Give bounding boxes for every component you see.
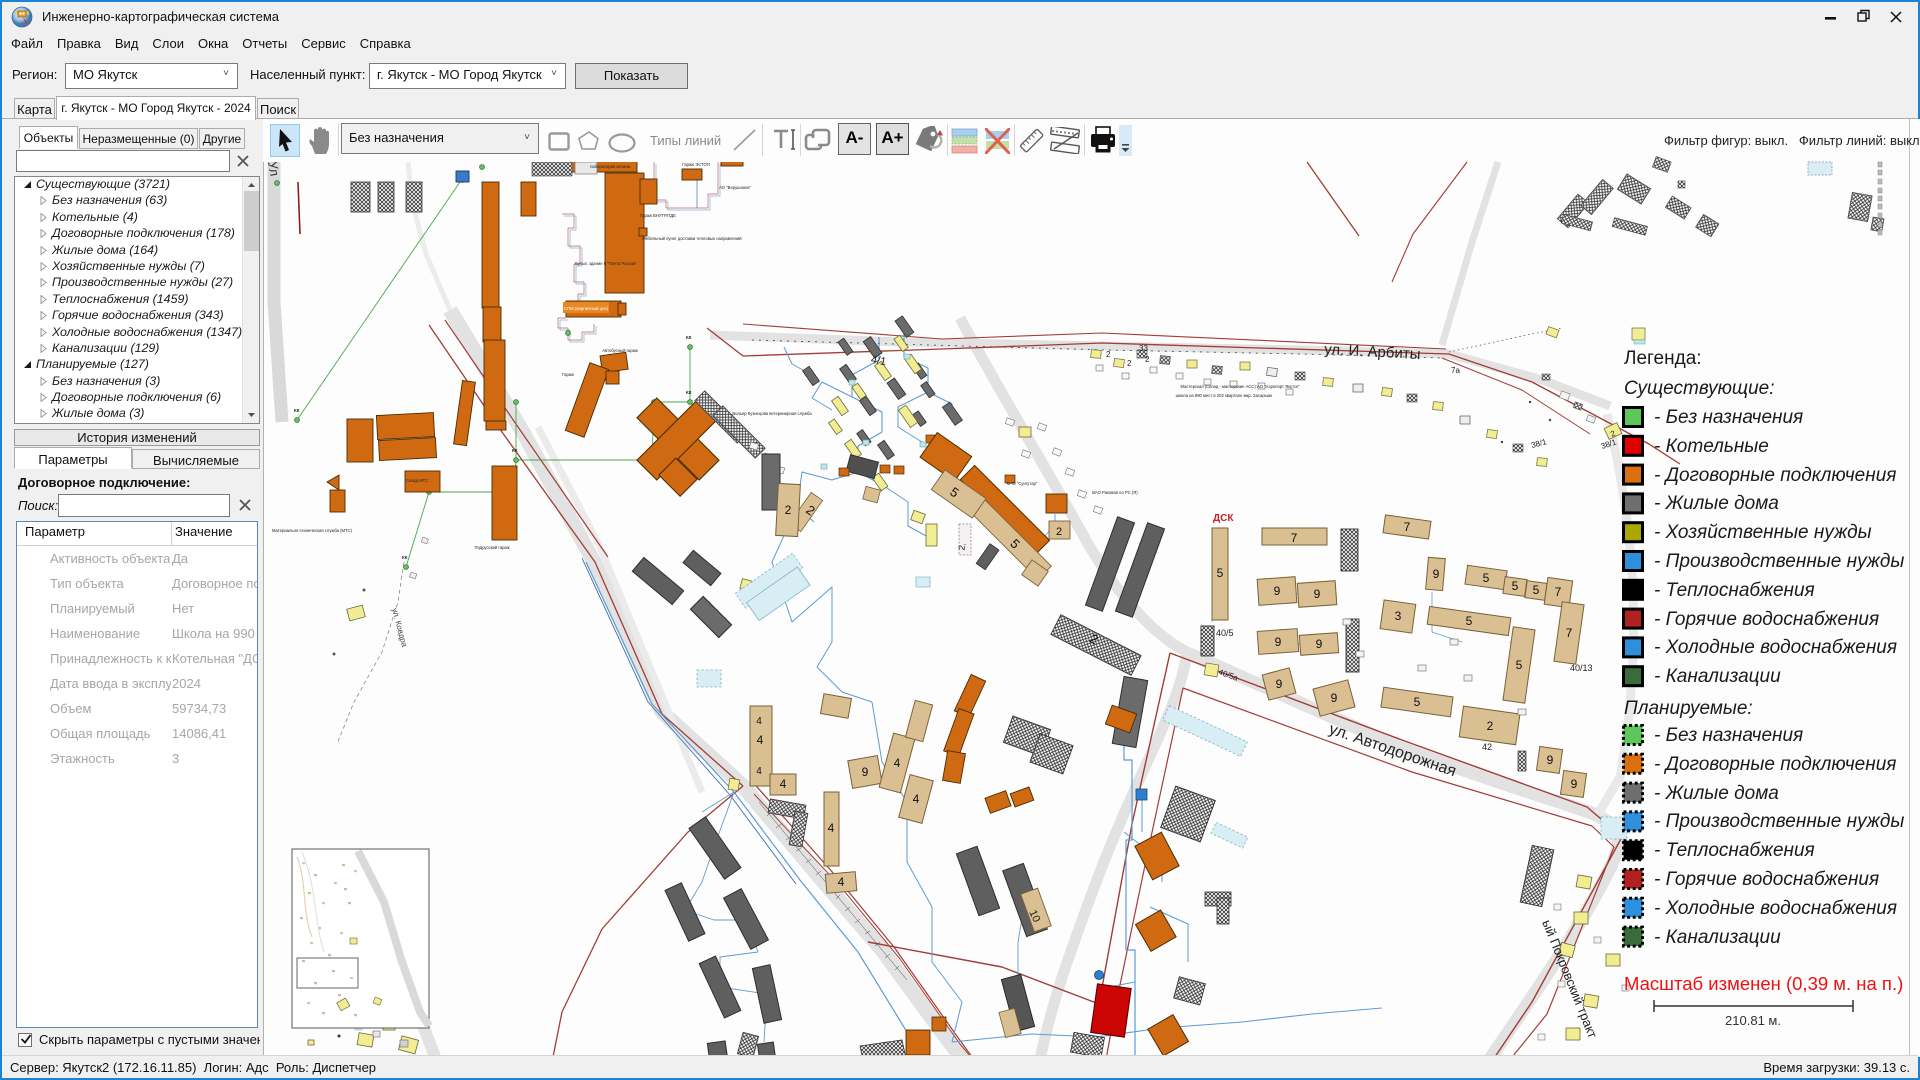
svg-text:9: 9 [1274, 584, 1281, 598]
svg-text:210.81 м.: 210.81 м. [1725, 1013, 1781, 1028]
svg-text:5: 5 [1217, 566, 1224, 580]
svg-text:9: 9 [862, 765, 869, 779]
svg-text:9: 9 [1276, 677, 1283, 691]
svg-text:- Хозяйственные нужды: - Хозяйственные нужды [1654, 522, 1872, 543]
svg-text:КК: КК [686, 390, 692, 395]
svg-text:7а: 7а [1451, 366, 1460, 375]
svg-text:лаборатория алтина: лаборатория алтина [590, 164, 631, 169]
svg-text:7: 7 [1291, 531, 1298, 545]
svg-text:школа на 990 мест в 202 кварта: школа на 990 мест в 202 квартале мкр. За… [1176, 393, 1273, 398]
svg-text:5: 5 [1414, 695, 1421, 709]
svg-text:- Холодные водоснабжения: - Холодные водоснабжения [1654, 898, 1897, 919]
svg-text:5: 5 [1516, 658, 1523, 672]
svg-text:- Жилые дома: - Жилые дома [1654, 783, 1779, 804]
svg-text:4: 4 [756, 766, 762, 777]
svg-text:КК: КК [294, 408, 300, 413]
svg-text:Склад МТС: Склад МТС [406, 478, 428, 483]
svg-text:9: 9 [1571, 777, 1578, 791]
svg-text:СПМ (кирпичный цех): СПМ (кирпичный цех) [564, 306, 609, 311]
svg-text:Легенда:: Легенда: [1624, 348, 1702, 369]
svg-text:7: 7 [1566, 626, 1573, 640]
svg-text:- Жилые дома: - Жилые дома [1654, 493, 1779, 514]
svg-text:5: 5 [1483, 571, 1490, 585]
svg-text:Бульв. здание 8 "Почта России": Бульв. здание 8 "Почта России" [575, 261, 637, 266]
svg-text:- Теплоснабжения: - Теплоснабжения [1654, 840, 1815, 861]
svg-text:Вольер Кузнецова ветеринарная: Вольер Кузнецова ветеринарная служба [732, 411, 812, 416]
svg-text:Масштаб изменен (0,39 м. на п.: Масштаб изменен (0,39 м. на п.) [1624, 973, 1903, 994]
svg-text:М-Ю "Сунгутар": М-Ю "Сунгутар" [1007, 481, 1038, 486]
svg-text:4: 4 [894, 756, 901, 770]
svg-text:КК: КК [686, 335, 692, 340]
svg-text:- Горячие водоснабжения: - Горячие водоснабжения [1654, 609, 1879, 630]
svg-text:ВАО Раковая по РС (Я): ВАО Раковая по РС (Я) [1092, 490, 1138, 495]
svg-text:9: 9 [1275, 635, 1282, 649]
svg-text:7: 7 [1404, 520, 1411, 534]
svg-text:5: 5 [1533, 583, 1540, 597]
svg-text:Мебельный пункт доставки тепло: Мебельный пункт доставки тепловых направ… [642, 236, 742, 241]
svg-text:9: 9 [1331, 691, 1338, 705]
svg-text:АО "Верушанка": АО "Верушанка" [719, 185, 751, 190]
svg-text:33: 33 [1139, 344, 1148, 353]
svg-text:ДСК: ДСК [1213, 513, 1234, 524]
svg-text:4: 4 [828, 821, 835, 835]
svg-text:2: 2 [1056, 526, 1062, 538]
svg-text:- Канализации: - Канализации [1654, 666, 1781, 687]
svg-text:Подрусский гараж: Подрусский гараж [474, 545, 509, 550]
svg-text:- Договорные подключения: - Договорные подключения [1654, 754, 1896, 775]
svg-text:9: 9 [1316, 637, 1323, 651]
svg-text:42: 42 [1482, 742, 1492, 752]
svg-text:Автобусный гараж: Автобусный гараж [602, 348, 638, 353]
svg-text:- Производственные нужды: - Производственные нужды [1654, 811, 1904, 832]
svg-text:2: 2 [1145, 355, 1150, 364]
svg-text:2: 2 [785, 503, 792, 517]
svg-text:- Теплоснабжения: - Теплоснабжения [1654, 580, 1815, 601]
svg-text:3: 3 [1395, 609, 1402, 623]
svg-text:Планируемые:: Планируемые: [1624, 698, 1753, 719]
svg-text:КК: КК [512, 448, 518, 453]
svg-text:Гараж ЭСТОП: Гараж ЭСТОП [682, 162, 710, 167]
svg-text:7: 7 [1555, 585, 1562, 599]
svg-text:4: 4 [756, 716, 762, 727]
svg-text:- Договорные подключения: - Договорные подключения [1654, 465, 1896, 486]
svg-text:2: 2 [1127, 359, 1132, 368]
svg-text:9: 9 [1314, 587, 1321, 601]
svg-text:Гараж ВНУТР.ПДЕ: Гараж ВНУТР.ПДЕ [640, 213, 676, 218]
svg-text:- Горячие водоснабжения: - Горячие водоснабжения [1654, 869, 1879, 890]
svg-text:4: 4 [838, 875, 845, 889]
svg-text:Материально-техническая служба: Материально-техническая служба (МТС) [272, 528, 353, 533]
svg-text:40/5: 40/5 [1216, 628, 1234, 638]
svg-text:4: 4 [913, 792, 920, 806]
svg-text:2: 2 [1487, 719, 1494, 733]
svg-text:- Котельные: - Котельные [1654, 436, 1769, 457]
svg-text:5: 5 [1466, 614, 1473, 628]
svg-text:4: 4 [757, 733, 764, 747]
svg-text:Гараж: Гараж [562, 372, 574, 377]
svg-text:2: 2 [1106, 350, 1111, 359]
svg-text:Мастерская (Склад - мастерские: Мастерская (Склад - мастерские АСС) АО "… [1181, 384, 1300, 389]
svg-text:КК: КК [402, 555, 408, 560]
svg-text:5: 5 [1512, 579, 1519, 593]
svg-text:Существующие:: Существующие: [1624, 378, 1775, 399]
svg-text:40/13: 40/13 [1570, 663, 1593, 673]
svg-text:- Без назначения: - Без назначения [1654, 407, 1803, 428]
svg-text:9: 9 [1433, 567, 1440, 581]
svg-text:9: 9 [1547, 753, 1554, 767]
svg-text:Ул: Ул [265, 160, 282, 177]
svg-text:- Без назначения: - Без назначения [1654, 725, 1803, 746]
svg-text:- Канализации: - Канализации [1654, 927, 1781, 948]
svg-text:4: 4 [780, 777, 787, 791]
svg-text:- Производственные нужды: - Производственные нужды [1654, 551, 1904, 572]
svg-text:- Холодные водоснабжения: - Холодные водоснабжения [1654, 637, 1897, 658]
